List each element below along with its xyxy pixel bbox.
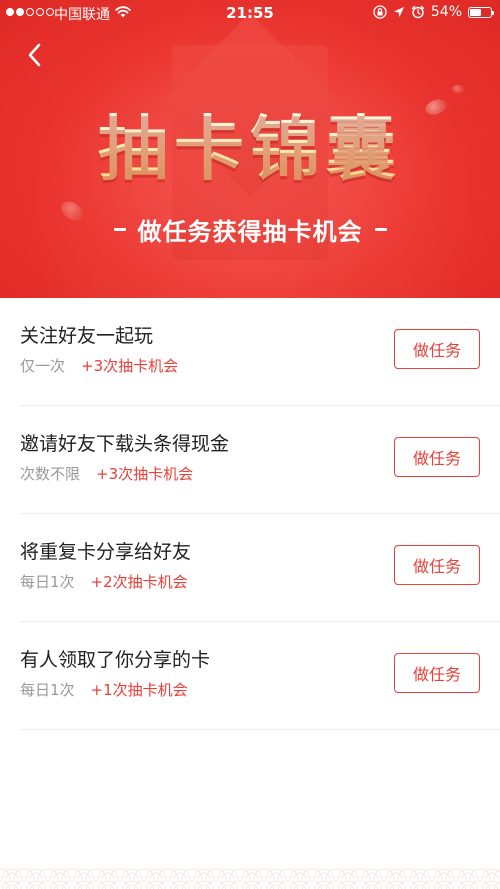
task-reward: +3次抽卡机会 xyxy=(81,357,179,375)
bottom-wave-pattern xyxy=(0,867,500,889)
coin-decoration xyxy=(452,85,464,93)
subtitle-dash-right xyxy=(374,227,387,231)
task-list: 关注好友一起玩 仅一次 +3次抽卡机会 做任务 邀请好友下载头条得现金 次数不限… xyxy=(0,298,500,730)
status-right-group: 54% xyxy=(373,4,494,20)
task-row: 邀请好友下载头条得现金 次数不限 +3次抽卡机会 做任务 xyxy=(20,406,500,514)
subtitle-dash-left xyxy=(113,227,126,231)
task-reward: +3次抽卡机会 xyxy=(96,465,194,483)
alarm-icon xyxy=(411,5,425,19)
chevron-left-icon xyxy=(28,43,41,67)
task-meta: 次数不限 +3次抽卡机会 xyxy=(20,463,193,484)
task-title: 关注好友一起玩 xyxy=(20,325,154,347)
do-task-button[interactable]: 做任务 xyxy=(394,437,480,477)
battery-percentage: 54% xyxy=(430,4,462,20)
task-row: 将重复卡分享给好友 每日1次 +2次抽卡机会 做任务 xyxy=(20,514,500,622)
do-task-button[interactable]: 做任务 xyxy=(394,653,480,693)
task-meta: 每日1次 +1次抽卡机会 xyxy=(20,679,188,700)
do-task-button[interactable]: 做任务 xyxy=(394,545,480,585)
subtitle-row: 做任务获得抽卡机会 xyxy=(0,212,500,246)
battery-icon xyxy=(468,6,494,18)
page-subtitle: 做任务获得抽卡机会 xyxy=(137,217,363,246)
task-title: 有人领取了你分享的卡 xyxy=(20,649,211,671)
task-meta: 仅一次 +3次抽卡机会 xyxy=(20,355,178,376)
location-icon xyxy=(393,7,404,17)
page-title: 抽卡锦囊 xyxy=(0,107,500,191)
do-task-button[interactable]: 做任务 xyxy=(394,329,480,369)
task-row: 有人领取了你分享的卡 每日1次 +1次抽卡机会 做任务 xyxy=(20,622,500,730)
back-button[interactable] xyxy=(20,38,50,72)
task-title: 邀请好友下载头条得现金 xyxy=(20,433,230,455)
task-frequency: 仅一次 xyxy=(20,357,66,375)
task-frequency: 每日1次 xyxy=(20,681,75,699)
screen-lock-icon xyxy=(373,5,387,19)
task-meta: 每日1次 +2次抽卡机会 xyxy=(20,571,188,592)
status-bar: 中国联通 21:55 54% xyxy=(0,0,500,28)
task-reward: +2次抽卡机会 xyxy=(90,573,188,591)
task-frequency: 每日1次 xyxy=(20,573,75,591)
task-reward: +1次抽卡机会 xyxy=(90,681,188,699)
task-row: 关注好友一起玩 仅一次 +3次抽卡机会 做任务 xyxy=(20,298,500,406)
task-title: 将重复卡分享给好友 xyxy=(20,541,192,563)
task-frequency: 次数不限 xyxy=(20,465,81,483)
